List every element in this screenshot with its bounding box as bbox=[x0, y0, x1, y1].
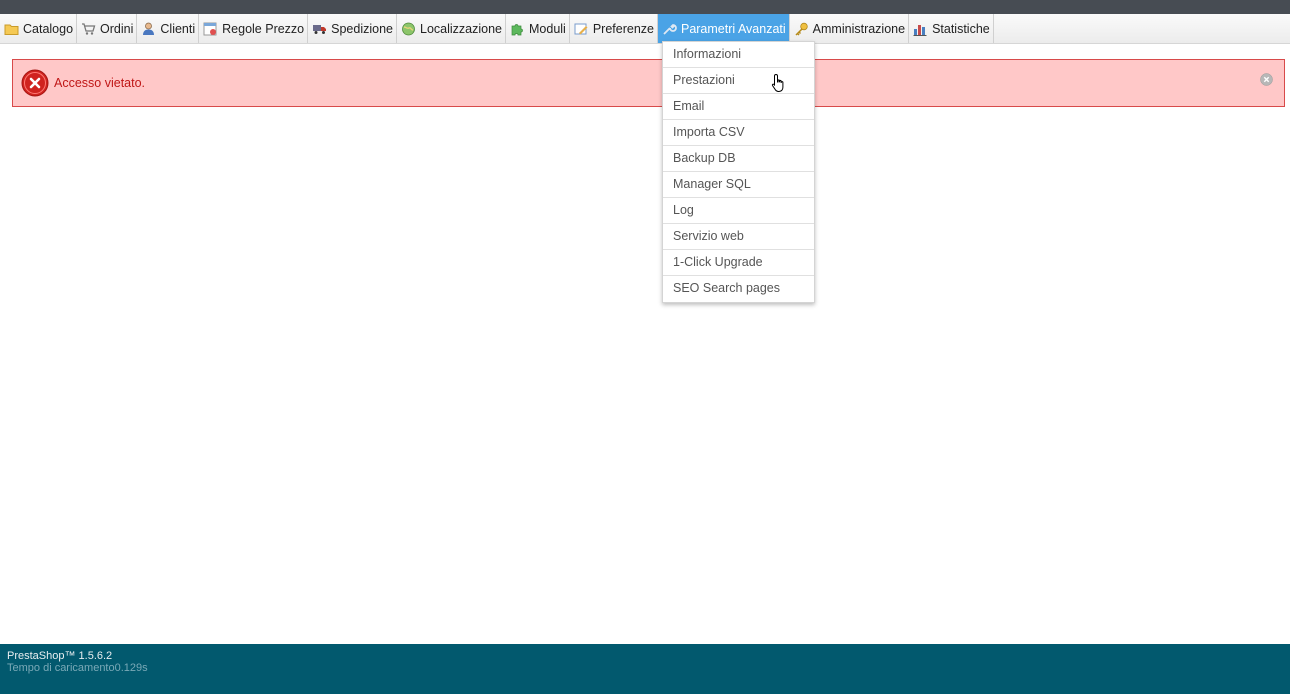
menu-item-clienti[interactable]: Clienti bbox=[137, 14, 200, 43]
parametri-avanzati-dropdown: Informazioni Prestazioni Email Importa C… bbox=[662, 41, 815, 303]
price-rules-icon bbox=[203, 22, 218, 36]
top-bar bbox=[0, 0, 1290, 14]
dropdown-item-importa-csv[interactable]: Importa CSV bbox=[663, 120, 814, 146]
menu-item-moduli[interactable]: Moduli bbox=[506, 14, 570, 43]
dropdown-item-log[interactable]: Log bbox=[663, 198, 814, 224]
main-menu: Catalogo Ordini Clienti Regole Prezzo Sp… bbox=[0, 14, 1290, 43]
menu-label: Amministrazione bbox=[812, 21, 906, 36]
menu-item-localizzazione[interactable]: Localizzazione bbox=[397, 14, 506, 43]
main-menu-bar: Catalogo Ordini Clienti Regole Prezzo Sp… bbox=[0, 14, 1290, 44]
footer-load-time: Tempo di caricamento0.129s bbox=[7, 662, 148, 674]
preferences-icon bbox=[574, 22, 589, 36]
menu-item-statistiche[interactable]: Statistiche bbox=[909, 14, 994, 43]
truck-icon bbox=[312, 22, 327, 36]
error-icon bbox=[21, 69, 49, 97]
dropdown-item-email[interactable]: Email bbox=[663, 94, 814, 120]
cart-icon bbox=[81, 22, 96, 36]
menu-item-regole-prezzo[interactable]: Regole Prezzo bbox=[199, 14, 309, 43]
globe-icon bbox=[401, 22, 416, 36]
wrench-icon bbox=[662, 22, 677, 36]
alert-message: Accesso vietato. bbox=[54, 76, 146, 90]
menu-item-amministrazione[interactable]: Amministrazione bbox=[790, 14, 910, 43]
dropdown-item-prestazioni[interactable]: Prestazioni bbox=[663, 68, 814, 94]
menu-item-spedizione[interactable]: Spedizione bbox=[308, 14, 397, 43]
user-icon bbox=[141, 22, 156, 36]
menu-label: Catalogo bbox=[23, 21, 74, 36]
menu-label: Ordini bbox=[100, 21, 134, 36]
dropdown-item-servizio-web[interactable]: Servizio web bbox=[663, 224, 814, 250]
dropdown-item-1-click-upgrade[interactable]: 1-Click Upgrade bbox=[663, 250, 814, 276]
menu-item-catalogo[interactable]: Catalogo bbox=[0, 14, 78, 43]
dropdown-item-seo-search-pages[interactable]: SEO Search pages bbox=[663, 276, 814, 302]
menu-item-preferenze[interactable]: Preferenze bbox=[570, 14, 658, 43]
dropdown-item-informazioni[interactable]: Informazioni bbox=[663, 42, 814, 68]
key-icon bbox=[794, 22, 809, 36]
footer-version: PrestaShop™ 1.5.6.2 bbox=[7, 650, 113, 662]
hand-cursor-icon bbox=[771, 73, 787, 93]
close-icon[interactable] bbox=[1260, 73, 1273, 86]
menu-label: Moduli bbox=[529, 21, 566, 36]
menu-label: Regole Prezzo bbox=[222, 21, 305, 36]
dropdown-item-backup-db[interactable]: Backup DB bbox=[663, 146, 814, 172]
error-alert: Accesso vietato. bbox=[12, 59, 1285, 107]
menu-label: Clienti bbox=[160, 21, 196, 36]
menu-label: Statistiche bbox=[932, 21, 990, 36]
puzzle-icon bbox=[510, 22, 525, 36]
dropdown-item-manager-sql[interactable]: Manager SQL bbox=[663, 172, 814, 198]
menu-label: Spedizione bbox=[331, 21, 393, 36]
menu-label: Parametri Avanzati bbox=[680, 21, 786, 36]
menu-item-ordini[interactable]: Ordini bbox=[77, 14, 138, 43]
menu-label: Preferenze bbox=[592, 21, 654, 36]
menu-item-parametri-avanzati[interactable]: Parametri Avanzati bbox=[657, 14, 790, 43]
footer: PrestaShop™ 1.5.6.2 Tempo di caricamento… bbox=[0, 644, 1290, 694]
folder-icon bbox=[4, 22, 19, 36]
menu-label: Localizzazione bbox=[420, 21, 502, 36]
bar-chart-icon bbox=[913, 22, 928, 36]
